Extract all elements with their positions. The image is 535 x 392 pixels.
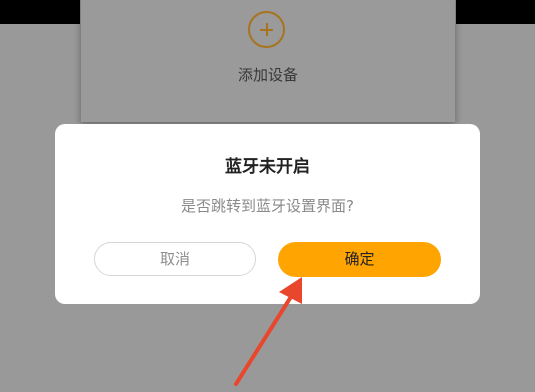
cancel-button[interactable]: 取消 <box>94 242 256 276</box>
add-device-label: 添加设备 <box>237 66 298 84</box>
confirm-button[interactable]: 确定 <box>278 242 441 277</box>
plus-circle-icon <box>248 11 285 48</box>
add-device-card: 添加设备 <box>81 0 455 122</box>
dialog-title: 蓝牙未开启 <box>225 157 310 177</box>
status-bar-left <box>0 0 80 24</box>
dialog-message: 是否跳转到蓝牙设置界面? <box>181 197 354 215</box>
status-bar-right <box>456 0 535 24</box>
bluetooth-dialog: 蓝牙未开启 是否跳转到蓝牙设置界面? 取消 确定 <box>55 124 480 304</box>
